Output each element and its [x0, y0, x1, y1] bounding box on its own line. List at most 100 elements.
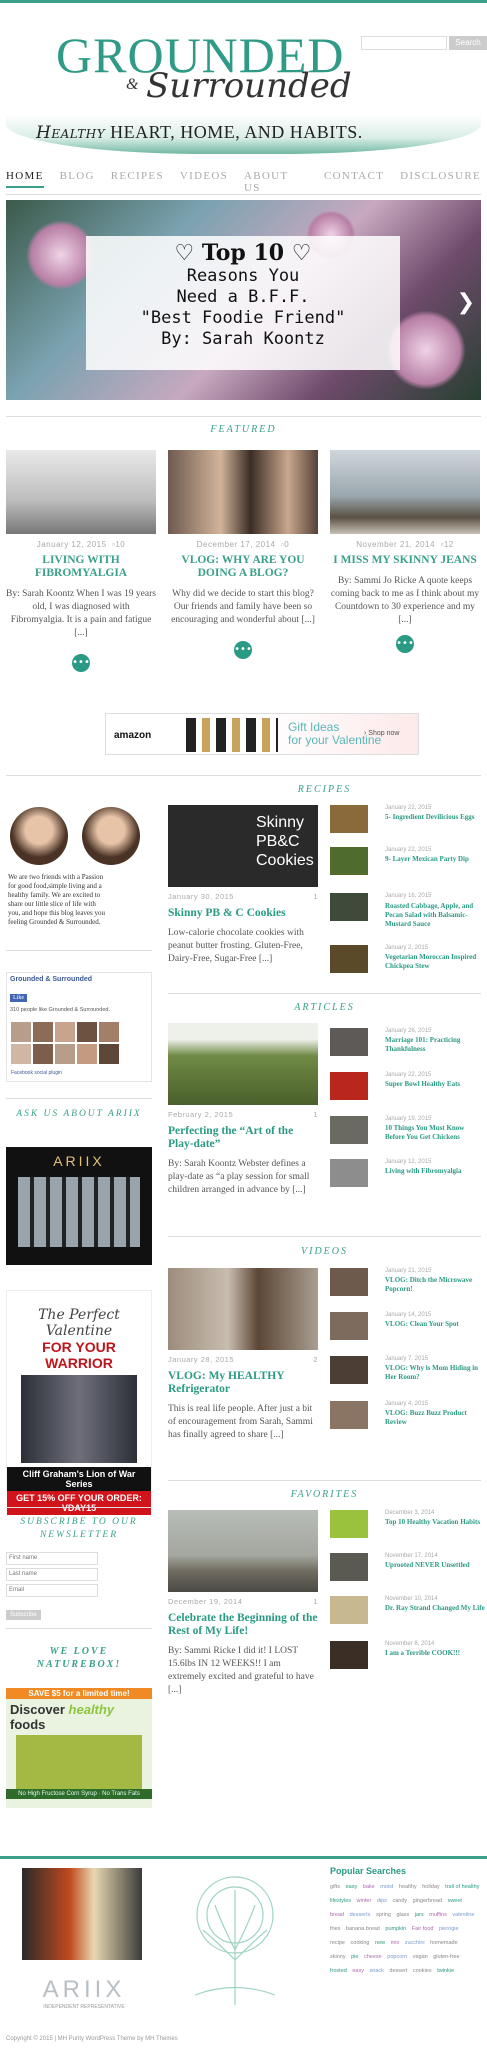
- list-item[interactable]: January 2, 2015 Vegetarian Moroccan Inspi…: [330, 945, 485, 975]
- slide-caption[interactable]: ♡ Top 10 ♡ Reasons You Need a B.F.F. "Be…: [86, 236, 400, 370]
- nav-contact[interactable]: CONTACT: [324, 166, 384, 194]
- fan-avatar[interactable]: [33, 1022, 53, 1042]
- post-title[interactable]: VLOG: Ditch the Microwave Popcorn!: [385, 1276, 485, 1294]
- post-thumbnail[interactable]: [168, 1268, 318, 1350]
- search-tag[interactable]: new: [375, 1940, 385, 1946]
- fan-avatar[interactable]: [77, 1044, 97, 1064]
- search-tag[interactable]: glass: [396, 1912, 409, 1918]
- list-item[interactable]: January 19, 2015 10 Things You Must Know …: [330, 1116, 485, 1146]
- nav-blog[interactable]: BLOG: [60, 166, 95, 194]
- post-thumbnail[interactable]: [330, 1268, 368, 1296]
- search-tag[interactable]: fries: [330, 1926, 340, 1932]
- article-main-post[interactable]: February 2, 2015 1 Perfecting the “Art of…: [168, 1023, 318, 1197]
- favorite-main-post[interactable]: December 19, 2014 1 Celebrate the Beginni…: [168, 1510, 318, 1697]
- search-tag[interactable]: gingerbread: [413, 1898, 442, 1904]
- post-title[interactable]: Roasted Cabbage, Apple, and Pecan Salad …: [330, 902, 485, 929]
- post-title[interactable]: I am a Terrible COOK!!!: [385, 1649, 485, 1658]
- search-tag[interactable]: moist: [380, 1884, 393, 1890]
- post-title[interactable]: Skinny PB & C Cookies: [168, 907, 318, 920]
- post-thumbnail[interactable]: [330, 1596, 368, 1624]
- search-tag[interactable]: candy: [392, 1898, 407, 1904]
- hero-slider[interactable]: ♡ Top 10 ♡ Reasons You Need a B.F.F. "Be…: [6, 200, 481, 400]
- nav-disclosure[interactable]: DISCLOSURE: [400, 166, 481, 194]
- post-title[interactable]: Perfecting the “Art of the Play-date”: [168, 1125, 318, 1151]
- last-name-field[interactable]: Last name: [6, 1568, 98, 1581]
- post-thumbnail[interactable]: [330, 1028, 368, 1056]
- chevron-right-icon[interactable]: ❯: [457, 290, 475, 315]
- list-item[interactable]: December 3, 2014 Top 10 Healthy Vacation …: [330, 1510, 485, 1540]
- post-title[interactable]: Marriage 101: Practicing Thankfulness: [385, 1036, 485, 1054]
- email-field[interactable]: Email: [6, 1584, 98, 1597]
- post-thumbnail[interactable]: Skinny PB&C Cookies: [168, 805, 318, 887]
- naturebox-ad[interactable]: SAVE $5 for a limited time! Discover hea…: [6, 1688, 152, 1808]
- list-item[interactable]: November 10, 2014 Dr. Ray Strand Changed …: [330, 1596, 485, 1626]
- post-thumbnail[interactable]: [330, 1159, 368, 1187]
- list-item[interactable]: January 16, 2015 Roasted Cabbage, Apple, …: [330, 893, 485, 928]
- search-tag[interactable]: cookies: [413, 1968, 432, 1974]
- search-tag[interactable]: recipe: [330, 1940, 345, 1946]
- post-thumbnail[interactable]: [168, 450, 318, 534]
- facebook-plugin-label[interactable]: Facebook social plugin: [7, 1070, 151, 1076]
- search-tag[interactable]: winter: [357, 1898, 372, 1904]
- list-item[interactable]: January 21, 2015 VLOG: Ditch the Microwav…: [330, 1268, 485, 1298]
- search-tag[interactable]: dips: [377, 1898, 387, 1904]
- comment-count[interactable]: 12: [444, 540, 454, 549]
- first-name-field[interactable]: First name: [6, 1552, 98, 1565]
- post-title[interactable]: I MISS MY SKINNY JEANS: [330, 554, 480, 567]
- search-tag[interactable]: homemade: [430, 1940, 458, 1946]
- search-tag[interactable]: frosted: [330, 1968, 347, 1974]
- search-tag[interactable]: skinny: [330, 1954, 346, 1960]
- post-thumbnail[interactable]: [330, 1641, 368, 1669]
- post-thumbnail[interactable]: [330, 945, 368, 973]
- list-item[interactable]: November 6, 2014 I am a Terrible COOK!!!: [330, 1641, 485, 1671]
- post-thumbnail[interactable]: [330, 1072, 368, 1100]
- post-thumbnail[interactable]: [330, 1553, 368, 1581]
- fan-avatar[interactable]: [11, 1022, 31, 1042]
- post-title[interactable]: LIVING WITH FIBROMYALGIA: [6, 554, 156, 580]
- search-tag[interactable]: gifts: [330, 1884, 340, 1890]
- subscribe-button[interactable]: Subscribe: [6, 1610, 41, 1620]
- post-thumbnail[interactable]: [168, 1023, 318, 1105]
- search-tag[interactable]: gluten-free: [433, 1954, 459, 1960]
- search-tag[interactable]: easy: [352, 1968, 364, 1974]
- ariix-ad[interactable]: ARIIX: [6, 1147, 152, 1265]
- post-thumbnail[interactable]: [330, 1312, 368, 1340]
- read-more-button[interactable]: •••: [72, 654, 90, 672]
- search-input[interactable]: [361, 36, 447, 50]
- post-title[interactable]: VLOG: My HEALTHY Refrigerator: [168, 1370, 318, 1396]
- list-item[interactable]: January 4, 2015 VLOG: Buzz Buzz Product R…: [330, 1401, 485, 1431]
- search-button[interactable]: Search: [449, 36, 487, 50]
- list-item[interactable]: January 7, 2015 VLOG: Why is Mom Hiding i…: [330, 1356, 485, 1386]
- comment-count[interactable]: 1: [313, 892, 318, 901]
- post-thumbnail[interactable]: [168, 1510, 318, 1592]
- post-thumbnail[interactable]: [6, 450, 156, 534]
- ad-shop-link[interactable]: › Shop now: [364, 730, 399, 737]
- search-tag[interactable]: cooking: [351, 1940, 370, 1946]
- search-tag[interactable]: bread: [330, 1912, 344, 1918]
- search-tag[interactable]: spring: [376, 1912, 391, 1918]
- post-thumbnail[interactable]: [330, 1510, 368, 1538]
- fan-avatar[interactable]: [99, 1022, 119, 1042]
- facebook-page-name[interactable]: Grounded & Surrounded: [7, 973, 151, 986]
- list-item[interactable]: January 14, 2015 VLOG: Clean Your Spot: [330, 1312, 485, 1342]
- search-tag[interactable]: cheese: [364, 1954, 382, 1960]
- read-more-button[interactable]: •••: [396, 635, 414, 653]
- post-title[interactable]: Vegetarian Moroccan Inspired Chickpea St…: [385, 953, 485, 971]
- post-title[interactable]: Living with Fibromyalgia: [385, 1167, 485, 1176]
- fan-avatar[interactable]: [99, 1044, 119, 1064]
- list-item[interactable]: January 12, 2015 Living with Fibromyalgia: [330, 1159, 485, 1189]
- post-thumbnail[interactable]: [330, 805, 368, 833]
- post-title[interactable]: Uprooted NEVER Unsettled: [385, 1561, 485, 1570]
- post-thumbnail[interactable]: [330, 450, 480, 534]
- search-tag[interactable]: muffins: [429, 1912, 447, 1918]
- post-title[interactable]: 9- Layer Mexican Party Dip: [385, 855, 485, 864]
- post-thumbnail[interactable]: [330, 1116, 368, 1144]
- post-title[interactable]: Dr. Ray Strand Changed My Life: [385, 1604, 485, 1613]
- list-item[interactable]: November 17, 2014 Uprooted NEVER Unsettle…: [330, 1553, 485, 1583]
- nav-about-us[interactable]: ABOUT US: [244, 166, 308, 194]
- post-title[interactable]: VLOG: Clean Your Spot: [385, 1320, 485, 1329]
- search-tag[interactable]: vegan: [413, 1954, 428, 1960]
- featured-post[interactable]: January 12, 2015 ▫10 LIVING WITH FIBROMY…: [6, 450, 156, 672]
- search-tag[interactable]: holiday: [422, 1884, 439, 1890]
- post-title[interactable]: 5- Ingredient Devilicious Eggs: [385, 813, 485, 822]
